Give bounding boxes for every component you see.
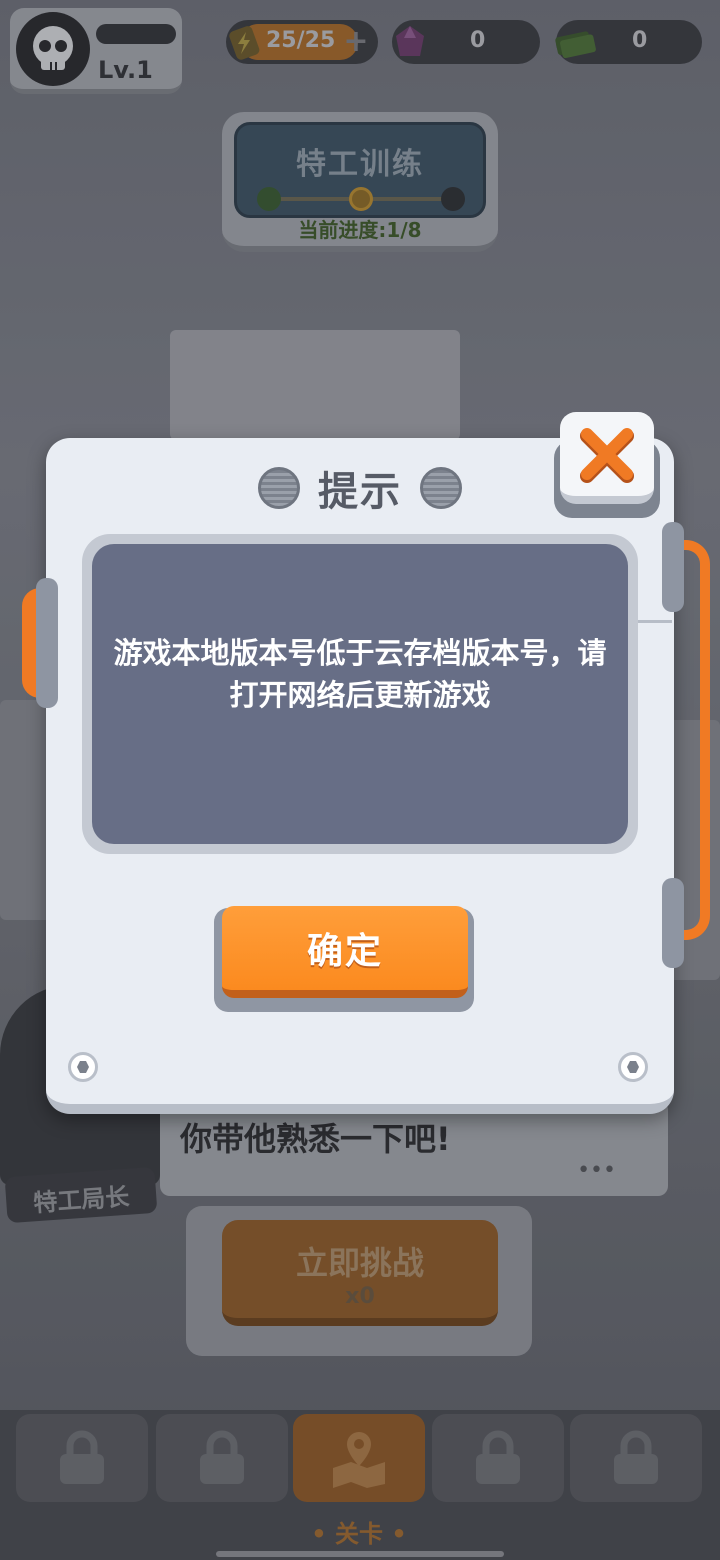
dialog-message: 游戏本地版本号低于云存档版本号，请打开网络后更新游戏	[113, 636, 607, 712]
confirm-label: 确定	[306, 931, 383, 972]
dialog-title: 提示	[318, 469, 402, 515]
message-frame: 游戏本地版本号低于云存档版本号，请打开网络后更新游戏	[82, 534, 638, 854]
screw-icon	[68, 1052, 98, 1082]
dialog-handle-cap	[662, 878, 684, 968]
dialog-handle-cap	[662, 522, 684, 612]
bolt-icon	[258, 467, 300, 509]
dialog-left-hinge	[36, 578, 58, 708]
screw-icon	[618, 1052, 648, 1082]
bolt-icon	[420, 467, 462, 509]
close-x-icon	[580, 428, 634, 483]
message-box: 游戏本地版本号低于云存档版本号，请打开网络后更新游戏	[92, 544, 628, 844]
confirm-button[interactable]: 确定	[222, 906, 468, 998]
notice-dialog: 提示 游戏本地版本号低于云存档版本号，请打开网络后更新游戏 确定	[22, 438, 710, 1114]
close-button[interactable]	[560, 412, 654, 504]
